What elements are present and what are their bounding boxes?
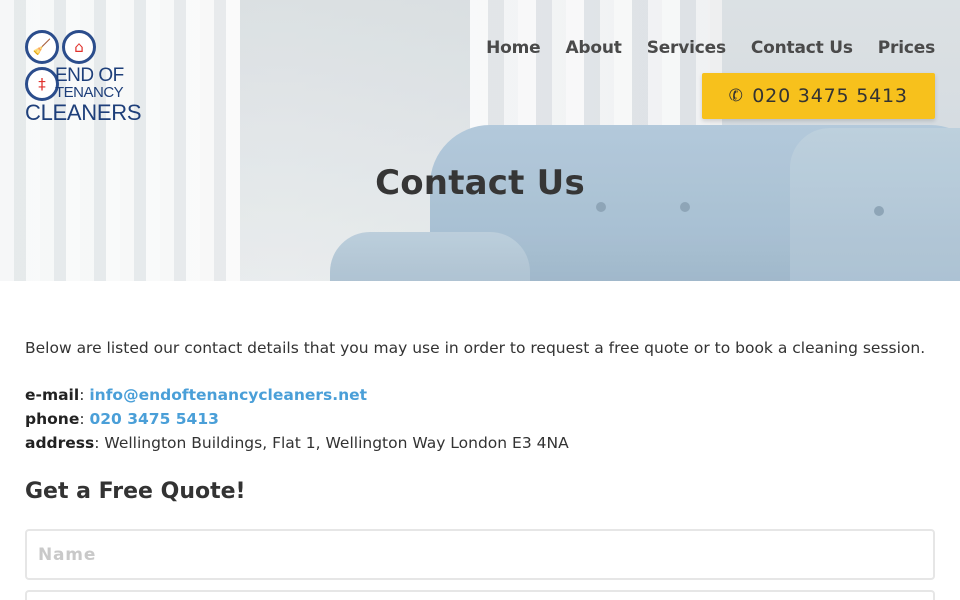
- main-nav: Home About Services Contact Us Prices: [461, 38, 935, 58]
- broom-icon: 🧹: [25, 30, 59, 64]
- call-phone-button[interactable]: ✆ 020 3475 5413: [702, 73, 935, 119]
- email-link[interactable]: info@endoftenancycleaners.net: [89, 386, 367, 404]
- nav-services[interactable]: Services: [647, 38, 726, 58]
- nav-home[interactable]: Home: [486, 38, 541, 58]
- site-logo[interactable]: 🧹 ⌂ ‡ END OF TENANCY CLEANERS: [25, 30, 142, 126]
- phone-row: phone: 020 3475 5413: [25, 410, 219, 428]
- phone-label: phone: [25, 410, 80, 428]
- logo-text-line2: TENANCY: [55, 84, 124, 101]
- next-input-field[interactable]: [25, 590, 935, 600]
- phone-icon: ✆: [726, 84, 747, 108]
- contact-details: e-mail: info@endoftenancycleaners.net ph…: [25, 383, 935, 455]
- intro-text: Below are listed our contact details tha…: [25, 339, 926, 357]
- address-label: address: [25, 434, 95, 452]
- contact-details-section: Below are listed our contact details tha…: [25, 336, 935, 504]
- nav-about[interactable]: About: [565, 38, 621, 58]
- phone-button-label: 020 3475 5413: [752, 85, 908, 107]
- nav-prices[interactable]: Prices: [878, 38, 935, 58]
- address-row: address: Wellington Buildings, Flat 1, W…: [25, 434, 569, 452]
- nav-contact-us[interactable]: Contact Us: [751, 38, 853, 58]
- phone-link[interactable]: 020 3475 5413: [89, 410, 218, 428]
- email-row: e-mail: info@endoftenancycleaners.net: [25, 386, 368, 404]
- quote-form-title: Get a Free Quote!: [25, 479, 246, 504]
- name-input[interactable]: [25, 529, 935, 580]
- spray-bottle-icon: ‡: [25, 67, 59, 101]
- email-label: e-mail: [25, 386, 80, 404]
- logo-text-line3: CLEANERS: [25, 100, 142, 125]
- house-icon: ⌂: [62, 30, 96, 64]
- page-title: Contact Us: [375, 163, 585, 203]
- address-value: Wellington Buildings, Flat 1, Wellington…: [104, 434, 569, 452]
